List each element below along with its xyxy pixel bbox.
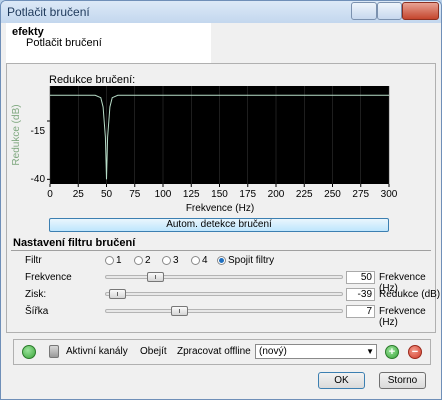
remove-preset-icon[interactable]: − [408, 345, 422, 359]
slider-label-gain: Zisk: [25, 289, 47, 300]
gain-unit: Redukce (dB) [379, 289, 441, 300]
y-tick-label: -40 [31, 174, 46, 185]
frequency-value-field[interactable]: 50 [346, 271, 375, 284]
filter-radio-2[interactable] [134, 256, 143, 265]
filter-radio-combine[interactable] [217, 256, 226, 265]
section-divider [11, 250, 431, 251]
dropdown-arrow-icon: ▼ [366, 347, 374, 356]
x-tick-label: 150 [211, 189, 228, 200]
x-tick-label: 275 [352, 189, 369, 200]
x-tick-label: 225 [296, 189, 313, 200]
filter-radio-4-label: 4 [202, 255, 208, 266]
slider-label-frequency: Frekvence [25, 272, 72, 283]
x-tick-label: 300 [381, 189, 398, 200]
filter-radio-4[interactable] [191, 256, 200, 265]
width-unit: Frekvence (Hz) [379, 306, 426, 328]
gain-value-field[interactable]: -39 [346, 288, 375, 301]
x-axis-title: Frekvence (Hz) [186, 203, 254, 214]
preset-select[interactable]: (nový) ▼ [255, 344, 377, 359]
x-tick-label: 125 [183, 189, 200, 200]
add-preset-icon[interactable]: + [385, 345, 399, 359]
dialog-window: Potlačit bručení efekty Potlačit bručení… [0, 0, 442, 400]
x-tick-label: 0 [47, 189, 53, 200]
process-offline-label[interactable]: Zpracovat offline [177, 346, 251, 357]
frequency-slider-track[interactable] [105, 275, 343, 279]
gain-slider-track[interactable] [105, 292, 343, 296]
auto-detect-button[interactable]: Autom. detekce bručení [49, 218, 389, 232]
width-slider-track[interactable] [105, 309, 343, 313]
y-tick-label: -15 [31, 126, 46, 137]
filter-radio-3[interactable] [162, 256, 171, 265]
y-axis-title: Redukce (dB) [11, 104, 22, 165]
x-tick-label: 100 [155, 189, 172, 200]
filter-radio-combine-label: Spojit filtry [228, 255, 275, 266]
width-value-field[interactable]: 7 [346, 305, 375, 318]
preset-selected-value: (nový) [259, 346, 287, 357]
filter-section-title: Nastavení filtru bručení [13, 237, 136, 249]
filter-radio-2-label: 2 [145, 255, 151, 266]
x-tick-label: 250 [324, 189, 341, 200]
filter-radio-1[interactable] [105, 256, 114, 265]
x-tick-label: 75 [129, 189, 141, 200]
width-slider-thumb[interactable] [171, 306, 189, 316]
power-icon[interactable] [22, 345, 36, 359]
active-channels-label[interactable]: Aktivní kanály [66, 346, 128, 357]
x-tick-label: 25 [73, 189, 85, 200]
filter-label: Filtr [25, 255, 42, 266]
filter-radio-1-label: 1 [116, 255, 122, 266]
speaker-icon[interactable] [49, 345, 59, 358]
x-tick-label: 200 [268, 189, 285, 200]
ok-button[interactable]: OK [318, 372, 365, 389]
x-tick-label: 50 [101, 189, 113, 200]
frequency-slider-thumb[interactable] [146, 272, 164, 282]
filter-radio-3-label: 3 [173, 255, 179, 266]
bypass-label[interactable]: Obejít [140, 346, 167, 357]
x-tick-label: 175 [239, 189, 256, 200]
slider-label-width: Šířka [25, 306, 49, 317]
gain-slider-thumb[interactable] [109, 289, 127, 299]
cancel-button[interactable]: Storno [379, 372, 426, 389]
